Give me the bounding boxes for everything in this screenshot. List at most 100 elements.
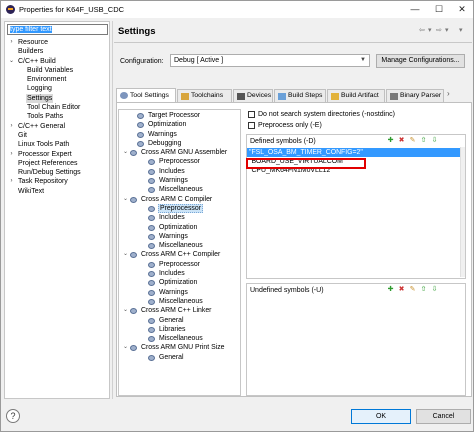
tool-tree-item[interactable]: Warnings (119, 288, 240, 297)
help-icon[interactable]: ? (6, 409, 20, 423)
gear-icon (148, 159, 155, 166)
tab-build-steps[interactable]: Build Steps (274, 89, 326, 102)
delete-icon[interactable]: ✖ (396, 136, 407, 144)
title-bar: Properties for K64F_USB_CDC — ☐ ✕ (1, 1, 473, 18)
delete-icon[interactable]: ✖ (396, 285, 407, 293)
tree-item[interactable]: WikiText (5, 187, 109, 196)
tab-devices[interactable]: Devices (233, 89, 273, 102)
move-down-icon[interactable]: ⇩ (429, 136, 440, 144)
list-item[interactable]: "FSL_OSA_BM_TIMER_CONFIG=2" (247, 148, 465, 157)
tab-tool-settings[interactable]: Tool Settings (116, 88, 176, 102)
tool-tree-item[interactable]: ⌄ Cross ARM C++ Linker (119, 306, 240, 315)
tool-tree-item[interactable]: ⌄ Cross ARM C Compiler (119, 195, 240, 204)
tree-item[interactable]: › Resource (5, 38, 109, 47)
pane-splitter[interactable] (112, 21, 113, 399)
tool-tree-item[interactable]: ⌄ Cross ARM C++ Compiler (119, 250, 240, 259)
tool-tree-item[interactable]: Preprocessor (119, 260, 240, 269)
move-down-icon[interactable]: ⇩ (429, 285, 440, 293)
forward-menu-icon[interactable]: ▾ (445, 26, 449, 34)
chevron-down-icon[interactable]: ⌄ (122, 250, 129, 259)
filter-input[interactable]: type filter text (7, 24, 108, 35)
manage-configurations-button[interactable]: Manage Configurations... (376, 54, 465, 68)
tab-build-artifact[interactable]: Build Artifact (327, 89, 385, 102)
tool-tree-item[interactable]: Includes (119, 269, 240, 278)
tool-tree-item[interactable]: Target Processor (119, 111, 240, 120)
add-icon[interactable]: ✚ (385, 285, 396, 293)
tree-item[interactable]: › C/C++ General (5, 122, 109, 131)
chevron-right-icon[interactable]: › (8, 177, 15, 186)
chevron-down-icon[interactable]: ⌄ (122, 195, 129, 204)
tree-item[interactable]: Git (5, 131, 109, 140)
view-menu-icon[interactable]: ▾ (459, 26, 463, 34)
tree-item[interactable]: Logging (5, 84, 109, 93)
move-up-icon[interactable]: ⇧ (418, 136, 429, 144)
tab-binary-parser[interactable]: Binary Parser (386, 89, 444, 102)
gear-icon (148, 336, 155, 343)
defined-symbols-scrollbar[interactable] (460, 147, 465, 277)
configuration-select[interactable]: Debug [ Active ] ▼ (170, 54, 370, 67)
tool-tree-item[interactable]: Includes (119, 213, 240, 222)
tool-tree-item[interactable]: ⌄ Cross ARM GNU Assembler (119, 148, 240, 157)
tool-tree-item[interactable]: ⌄ Cross ARM GNU Print Size (119, 343, 240, 352)
tool-tree-item[interactable]: General (119, 353, 240, 362)
minimize-button[interactable]: — (404, 2, 426, 16)
tool-tree-item[interactable]: Optimization (119, 223, 240, 232)
tree-item[interactable]: Builders (5, 47, 109, 56)
tree-item[interactable]: Run/Debug Settings (5, 168, 109, 177)
tool-tree-item[interactable]: Includes (119, 167, 240, 176)
back-menu-icon[interactable]: ▾ (428, 26, 432, 34)
tool-tree-item[interactable]: General (119, 316, 240, 325)
tool-tree-item[interactable]: Optimization (119, 278, 240, 287)
tool-tree-item-label: Miscellaneous (159, 297, 203, 305)
tool-tree-item-label: Includes (159, 214, 185, 222)
tree-item[interactable]: ⌄ C/C++ Build (5, 57, 109, 66)
tool-tree-item[interactable]: Optimization (119, 120, 240, 129)
tool-tree-item[interactable]: Preprocessor (119, 203, 240, 214)
tree-item[interactable]: Build Variables (5, 66, 109, 75)
tool-tree-item[interactable]: Libraries (119, 325, 240, 334)
preprocess-only-checkbox[interactable] (248, 122, 255, 129)
tree-item[interactable]: › Task Repository (5, 177, 109, 186)
nostdinc-checkbox[interactable] (248, 111, 255, 118)
back-arrow-icon[interactable]: ⇦ (419, 26, 425, 34)
chevron-right-icon[interactable]: › (8, 122, 15, 131)
tree-item[interactable]: Tools Paths (5, 112, 109, 121)
tool-tree-item[interactable]: Warnings (119, 176, 240, 185)
tool-tree-item[interactable]: Preprocessor (119, 157, 240, 166)
chevron-down-icon[interactable]: ⌄ (8, 57, 15, 66)
tab-scroll-right-icon[interactable]: › (447, 89, 450, 98)
add-icon[interactable]: ✚ (385, 136, 396, 144)
tool-tree-item[interactable]: Miscellaneous (119, 241, 240, 250)
gear-icon (130, 150, 137, 157)
tree-item[interactable]: › Processor Expert (5, 150, 109, 159)
chevron-right-icon[interactable]: › (8, 150, 15, 159)
edit-icon[interactable]: ✎ (407, 136, 418, 144)
chevron-down-icon[interactable]: ⌄ (122, 148, 129, 157)
move-up-icon[interactable]: ⇧ (418, 285, 429, 293)
chevron-right-icon[interactable]: › (8, 38, 15, 47)
tree-item[interactable]: Settings (5, 93, 109, 104)
tree-item[interactable]: Project References (5, 159, 109, 168)
tool-tree-item[interactable]: Debugging (119, 139, 240, 148)
forward-arrow-icon[interactable]: ⇨ (436, 26, 442, 34)
tree-item[interactable]: Linux Tools Path (5, 140, 109, 149)
tool-tree-item[interactable]: Miscellaneous (119, 297, 240, 306)
binary-parser-icon (390, 93, 398, 100)
tree-item[interactable]: Environment (5, 75, 109, 84)
chevron-down-icon[interactable]: ⌄ (122, 343, 129, 352)
tool-tree-item[interactable]: Warnings (119, 130, 240, 139)
tool-tree-item[interactable]: Miscellaneous (119, 185, 240, 194)
tab-toolchains[interactable]: Toolchains (177, 89, 232, 102)
ok-button[interactable]: OK (351, 409, 411, 424)
close-button[interactable]: ✕ (451, 2, 473, 16)
tool-tree-item-label: Debugging (148, 139, 182, 147)
edit-icon[interactable]: ✎ (407, 285, 418, 293)
tree-item[interactable]: Tool Chain Editor (5, 103, 109, 112)
maximize-button[interactable]: ☐ (428, 2, 450, 16)
cancel-button[interactable]: Cancel (416, 409, 471, 424)
tool-tree-item[interactable]: Warnings (119, 232, 240, 241)
chevron-down-icon[interactable]: ⌄ (122, 306, 129, 315)
undefined-symbols-toolbar: ✚ ✖ ✎ ⇧ ⇩ (385, 285, 440, 293)
tool-tree-item[interactable]: Miscellaneous (119, 334, 240, 343)
tool-tree-item-label: Warnings (159, 232, 188, 240)
